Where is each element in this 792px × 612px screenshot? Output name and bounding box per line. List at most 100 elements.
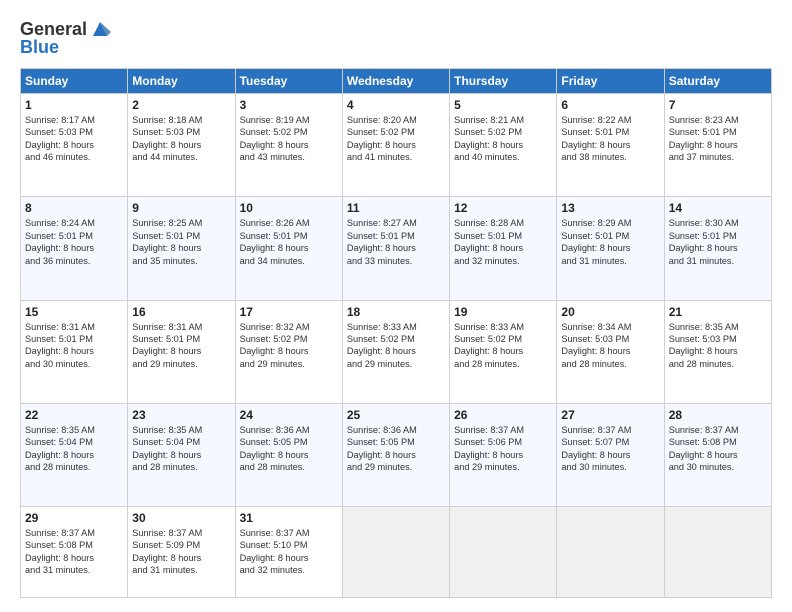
day-number: 30 xyxy=(132,511,230,525)
calendar-cell: 14 Sunrise: 8:30 AM Sunset: 5:01 PM Dayli… xyxy=(664,197,771,300)
day-number: 4 xyxy=(347,98,445,112)
cell-content: Sunrise: 8:18 AM Sunset: 5:03 PM Dayligh… xyxy=(132,114,230,164)
cell-content: Sunrise: 8:35 AM Sunset: 5:04 PM Dayligh… xyxy=(132,424,230,474)
cell-content: Sunrise: 8:35 AM Sunset: 5:04 PM Dayligh… xyxy=(25,424,123,474)
cell-content: Sunrise: 8:37 AM Sunset: 5:08 PM Dayligh… xyxy=(25,527,123,577)
day-number: 12 xyxy=(454,201,552,215)
calendar-week-row: 8Sunrise: 8:24 AM Sunset: 5:01 PM Daylig… xyxy=(21,197,772,300)
cell-content: Sunrise: 8:37 AM Sunset: 5:10 PM Dayligh… xyxy=(240,527,338,577)
day-number: 15 xyxy=(25,305,123,319)
column-header-sunday: Sunday xyxy=(21,69,128,94)
calendar-cell: 23 Sunrise: 8:35 AM Sunset: 5:04 PM Dayli… xyxy=(128,403,235,506)
calendar-cell: 18 Sunrise: 8:33 AM Sunset: 5:02 PM Dayli… xyxy=(342,300,449,403)
calendar-cell: 20 Sunrise: 8:34 AM Sunset: 5:03 PM Dayli… xyxy=(557,300,664,403)
day-number: 11 xyxy=(347,201,445,215)
header: General Blue xyxy=(20,18,772,58)
cell-content: Sunrise: 8:37 AM Sunset: 5:07 PM Dayligh… xyxy=(561,424,659,474)
day-number: 6 xyxy=(561,98,659,112)
calendar-cell xyxy=(557,507,664,598)
logo-blue-text: Blue xyxy=(20,37,111,58)
day-number: 29 xyxy=(25,511,123,525)
calendar-cell: 13 Sunrise: 8:29 AM Sunset: 5:01 PM Dayli… xyxy=(557,197,664,300)
calendar-cell: 6 Sunrise: 8:22 AM Sunset: 5:01 PM Daylig… xyxy=(557,94,664,197)
cell-content: Sunrise: 8:21 AM Sunset: 5:02 PM Dayligh… xyxy=(454,114,552,164)
column-header-wednesday: Wednesday xyxy=(342,69,449,94)
calendar-cell: 11 Sunrise: 8:27 AM Sunset: 5:01 PM Dayli… xyxy=(342,197,449,300)
calendar-cell: 5Sunrise: 8:21 AM Sunset: 5:02 PM Daylig… xyxy=(450,94,557,197)
calendar-cell xyxy=(664,507,771,598)
calendar-header-row: SundayMondayTuesdayWednesdayThursdayFrid… xyxy=(21,69,772,94)
cell-content: Sunrise: 8:32 AM Sunset: 5:02 PM Dayligh… xyxy=(240,321,338,371)
cell-content: Sunrise: 8:34 AM Sunset: 5:03 PM Dayligh… xyxy=(561,321,659,371)
day-number: 16 xyxy=(132,305,230,319)
cell-content: Sunrise: 8:31 AM Sunset: 5:01 PM Dayligh… xyxy=(132,321,230,371)
day-number: 23 xyxy=(132,408,230,422)
calendar-week-row: 1Sunrise: 8:17 AM Sunset: 5:03 PM Daylig… xyxy=(21,94,772,197)
cell-content: Sunrise: 8:23 AM Sunset: 5:01 PM Dayligh… xyxy=(669,114,767,164)
cell-content: Sunrise: 8:37 AM Sunset: 5:06 PM Dayligh… xyxy=(454,424,552,474)
calendar-table: SundayMondayTuesdayWednesdayThursdayFrid… xyxy=(20,68,772,598)
day-number: 20 xyxy=(561,305,659,319)
day-number: 14 xyxy=(669,201,767,215)
cell-content: Sunrise: 8:37 AM Sunset: 5:09 PM Dayligh… xyxy=(132,527,230,577)
calendar-week-row: 22Sunrise: 8:35 AM Sunset: 5:04 PM Dayli… xyxy=(21,403,772,506)
cell-content: Sunrise: 8:33 AM Sunset: 5:02 PM Dayligh… xyxy=(347,321,445,371)
cell-content: Sunrise: 8:17 AM Sunset: 5:03 PM Dayligh… xyxy=(25,114,123,164)
calendar-cell: 4Sunrise: 8:20 AM Sunset: 5:02 PM Daylig… xyxy=(342,94,449,197)
column-header-friday: Friday xyxy=(557,69,664,94)
calendar-week-row: 29 Sunrise: 8:37 AM Sunset: 5:08 PM Dayli… xyxy=(21,507,772,598)
cell-content: Sunrise: 8:26 AM Sunset: 5:01 PM Dayligh… xyxy=(240,217,338,267)
cell-content: Sunrise: 8:36 AM Sunset: 5:05 PM Dayligh… xyxy=(240,424,338,474)
calendar-cell: 16 Sunrise: 8:31 AM Sunset: 5:01 PM Dayli… xyxy=(128,300,235,403)
calendar-cell: 17Sunrise: 8:32 AM Sunset: 5:02 PM Dayli… xyxy=(235,300,342,403)
calendar-cell: 26 Sunrise: 8:37 AM Sunset: 5:06 PM Dayli… xyxy=(450,403,557,506)
calendar-cell: 8Sunrise: 8:24 AM Sunset: 5:01 PM Daylig… xyxy=(21,197,128,300)
calendar-cell xyxy=(450,507,557,598)
calendar-cell: 7 Sunrise: 8:23 AM Sunset: 5:01 PM Daylig… xyxy=(664,94,771,197)
calendar-cell: 12Sunrise: 8:28 AM Sunset: 5:01 PM Dayli… xyxy=(450,197,557,300)
day-number: 25 xyxy=(347,408,445,422)
logo-icon xyxy=(89,18,111,40)
day-number: 3 xyxy=(240,98,338,112)
cell-content: Sunrise: 8:29 AM Sunset: 5:01 PM Dayligh… xyxy=(561,217,659,267)
day-number: 27 xyxy=(561,408,659,422)
column-header-saturday: Saturday xyxy=(664,69,771,94)
cell-content: Sunrise: 8:30 AM Sunset: 5:01 PM Dayligh… xyxy=(669,217,767,267)
calendar-cell: 3 Sunrise: 8:19 AM Sunset: 5:02 PM Daylig… xyxy=(235,94,342,197)
calendar-cell: 29 Sunrise: 8:37 AM Sunset: 5:08 PM Dayli… xyxy=(21,507,128,598)
calendar-cell: 24 Sunrise: 8:36 AM Sunset: 5:05 PM Dayli… xyxy=(235,403,342,506)
calendar-cell xyxy=(342,507,449,598)
day-number: 18 xyxy=(347,305,445,319)
calendar-cell: 9 Sunrise: 8:25 AM Sunset: 5:01 PM Daylig… xyxy=(128,197,235,300)
cell-content: Sunrise: 8:35 AM Sunset: 5:03 PM Dayligh… xyxy=(669,321,767,371)
column-header-tuesday: Tuesday xyxy=(235,69,342,94)
cell-content: Sunrise: 8:37 AM Sunset: 5:08 PM Dayligh… xyxy=(669,424,767,474)
day-number: 9 xyxy=(132,201,230,215)
day-number: 13 xyxy=(561,201,659,215)
calendar-cell: 30 Sunrise: 8:37 AM Sunset: 5:09 PM Dayli… xyxy=(128,507,235,598)
day-number: 7 xyxy=(669,98,767,112)
cell-content: Sunrise: 8:22 AM Sunset: 5:01 PM Dayligh… xyxy=(561,114,659,164)
calendar-cell: 31 Sunrise: 8:37 AM Sunset: 5:10 PM Dayli… xyxy=(235,507,342,598)
cell-content: Sunrise: 8:31 AM Sunset: 5:01 PM Dayligh… xyxy=(25,321,123,371)
logo: General Blue xyxy=(20,18,111,58)
calendar-cell: 10Sunrise: 8:26 AM Sunset: 5:01 PM Dayli… xyxy=(235,197,342,300)
calendar-cell: 27 Sunrise: 8:37 AM Sunset: 5:07 PM Dayli… xyxy=(557,403,664,506)
calendar-week-row: 15 Sunrise: 8:31 AM Sunset: 5:01 PM Dayli… xyxy=(21,300,772,403)
calendar-cell: 2Sunrise: 8:18 AM Sunset: 5:03 PM Daylig… xyxy=(128,94,235,197)
calendar-cell: 28 Sunrise: 8:37 AM Sunset: 5:08 PM Dayli… xyxy=(664,403,771,506)
column-header-monday: Monday xyxy=(128,69,235,94)
calendar-cell: 21Sunrise: 8:35 AM Sunset: 5:03 PM Dayli… xyxy=(664,300,771,403)
day-number: 28 xyxy=(669,408,767,422)
cell-content: Sunrise: 8:36 AM Sunset: 5:05 PM Dayligh… xyxy=(347,424,445,474)
day-number: 24 xyxy=(240,408,338,422)
day-number: 31 xyxy=(240,511,338,525)
cell-content: Sunrise: 8:25 AM Sunset: 5:01 PM Dayligh… xyxy=(132,217,230,267)
calendar-cell: 22Sunrise: 8:35 AM Sunset: 5:04 PM Dayli… xyxy=(21,403,128,506)
cell-content: Sunrise: 8:19 AM Sunset: 5:02 PM Dayligh… xyxy=(240,114,338,164)
day-number: 26 xyxy=(454,408,552,422)
cell-content: Sunrise: 8:24 AM Sunset: 5:01 PM Dayligh… xyxy=(25,217,123,267)
column-header-thursday: Thursday xyxy=(450,69,557,94)
calendar-cell: 19Sunrise: 8:33 AM Sunset: 5:02 PM Dayli… xyxy=(450,300,557,403)
cell-content: Sunrise: 8:27 AM Sunset: 5:01 PM Dayligh… xyxy=(347,217,445,267)
